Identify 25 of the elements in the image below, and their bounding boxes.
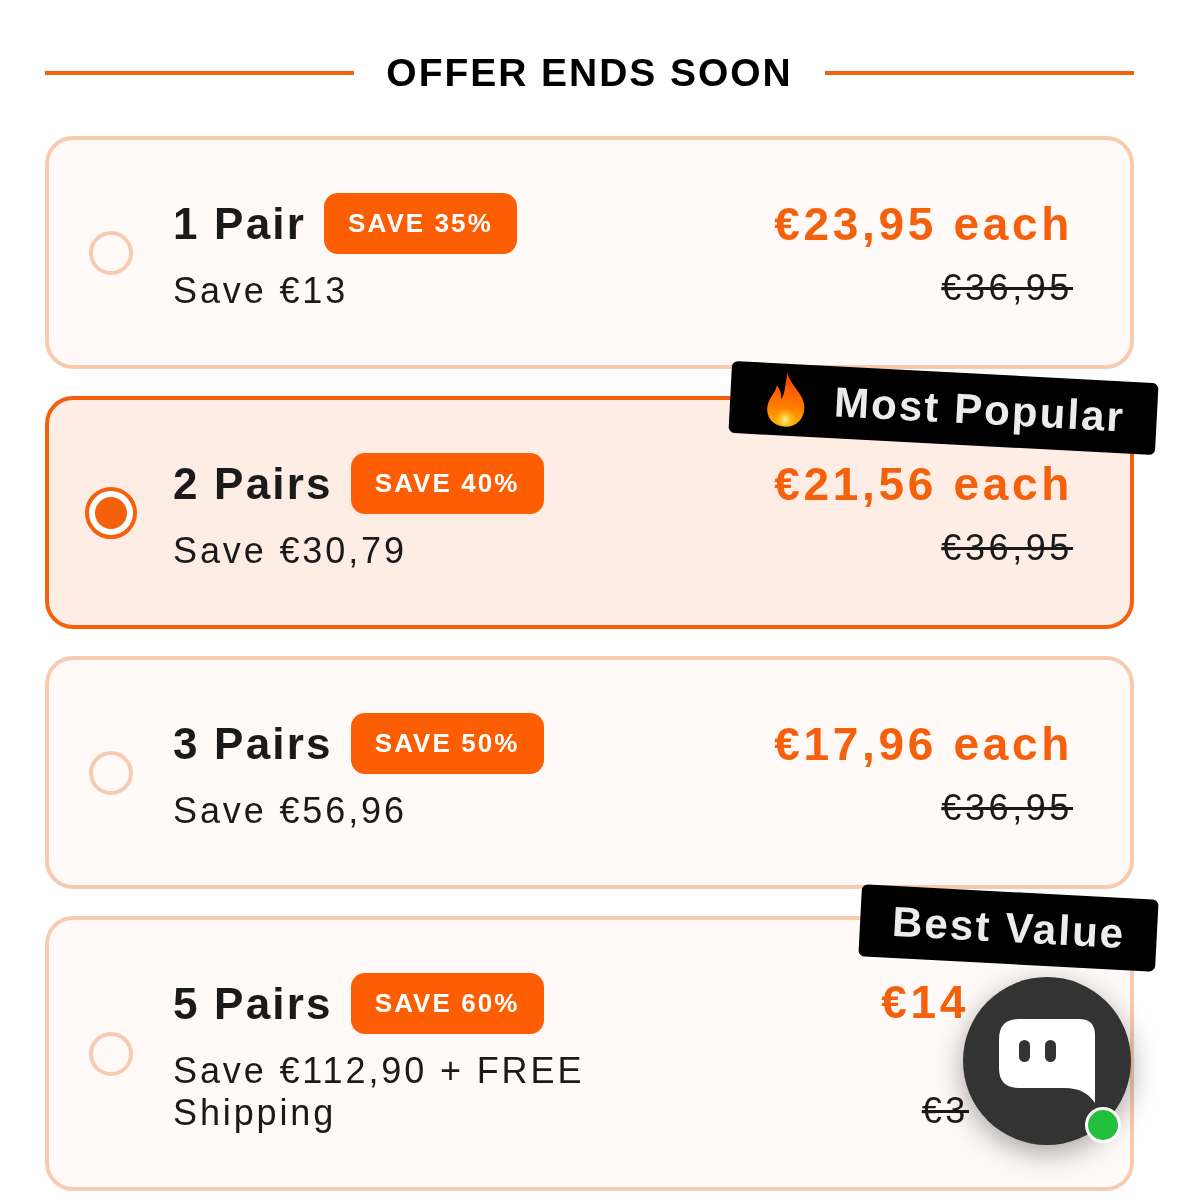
quantity-label: 2 Pairs — [173, 457, 333, 510]
radio-button[interactable] — [85, 486, 137, 539]
discount-badge: SAVE 40% — [350, 453, 544, 514]
offer-heading: OFFER ENDS SOON — [386, 50, 793, 96]
discount-badge: SAVE 50% — [350, 713, 544, 774]
savings-text: Save €56,96 — [173, 790, 408, 832]
quantity-label: 5 Pairs — [173, 977, 333, 1030]
discount-badge: SAVE 35% — [324, 193, 517, 254]
original-price: €3 — [921, 1091, 969, 1131]
savings-text: Save €30,79 — [173, 530, 408, 572]
option-card[interactable]: 1 Pair SAVE 35% Save €13 €23,95 each €36,95 — [45, 136, 1134, 369]
option-card[interactable]: 3 Pairs SAVE 50% Save €56,96 €17,96 each €36,95 — [45, 656, 1134, 889]
unit-price: €14 — [881, 976, 969, 1028]
savings-text: Save €112,90 + FREE Shipping — [173, 1050, 586, 1134]
quantity-label: 3 Pairs — [173, 717, 333, 770]
original-price: €36,95 — [941, 787, 1073, 828]
savings-text: Save €13 — [173, 270, 350, 312]
quantity-label: 1 Pair — [173, 197, 307, 250]
unit-price: €23,95 each — [774, 197, 1073, 250]
unit-price: €21,56 each — [774, 457, 1073, 510]
chat-bubble-icon — [999, 1019, 1095, 1103]
original-price: €36,95 — [941, 527, 1073, 568]
unit-price: €17,96 each — [774, 717, 1073, 770]
original-price: €36,95 — [941, 267, 1073, 308]
discount-badge: SAVE 60% — [350, 973, 544, 1034]
